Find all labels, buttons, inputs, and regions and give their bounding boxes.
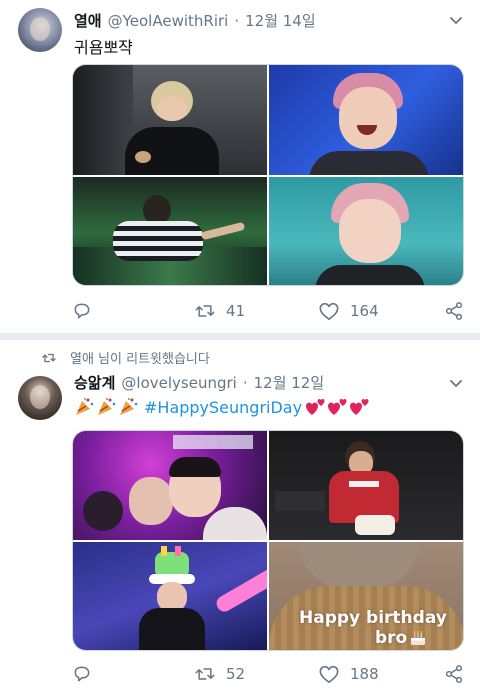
separator-dot: · <box>234 12 240 30</box>
like-count: 164 <box>350 302 379 320</box>
media-grid[interactable]: Happy birthday bro <box>72 430 464 651</box>
reply-button[interactable] <box>72 664 102 684</box>
share-button[interactable] <box>444 301 474 321</box>
retweet-notice[interactable]: 열애 님이 리트윗했습니다 <box>40 348 210 367</box>
party-popper-icon <box>76 397 138 415</box>
media-photo[interactable] <box>73 177 267 285</box>
birthday-cake-icon <box>411 631 426 645</box>
tweet-date[interactable]: 12월 14일 <box>245 10 316 31</box>
tweet-date[interactable]: 12월 12일 <box>254 372 325 393</box>
user-handle[interactable]: @YeolAewithRiri <box>108 12 229 30</box>
tweet-separator <box>0 333 480 340</box>
reply-icon <box>74 666 90 682</box>
avatar[interactable] <box>18 376 62 420</box>
tweet-header: 열애 @YeolAewithRiri · 12월 14일 <box>74 10 316 31</box>
reply-button[interactable] <box>72 301 102 321</box>
hashtag-link[interactable]: #HappySeungriDay <box>144 398 302 417</box>
retweet-icon <box>42 353 56 362</box>
user-handle[interactable]: @lovelyseungri <box>121 374 236 392</box>
display-name[interactable]: 승앎계 <box>74 372 115 393</box>
media-photo[interactable] <box>73 431 267 540</box>
tweet[interactable]: 열애 님이 리트윗했습니다 승앎계 @lovelyseungri · 12월 1… <box>0 340 480 698</box>
retweet-button[interactable]: 41 <box>194 301 245 321</box>
two-hearts-icon <box>306 399 369 415</box>
retweet-button[interactable]: 52 <box>194 664 245 684</box>
retweet-icon <box>195 668 215 680</box>
image-caption: bro <box>375 628 427 648</box>
chevron-down-icon[interactable] <box>448 375 464 391</box>
tweet-text: 귀욤뽀쟉 <box>74 38 133 57</box>
tweet[interactable]: 열애 @YeolAewithRiri · 12월 14일 귀욤뽀쟉 41 164 <box>0 0 480 333</box>
media-photo[interactable] <box>73 542 267 650</box>
reply-icon <box>74 303 90 319</box>
tweet-actions: 52 188 <box>72 664 464 688</box>
chevron-down-icon[interactable] <box>448 12 464 28</box>
media-photo[interactable]: Happy birthday bro <box>269 542 463 650</box>
tweet-actions: 41 164 <box>72 301 464 325</box>
display-name[interactable]: 열애 <box>74 10 102 31</box>
retweet-icon <box>195 305 215 317</box>
avatar[interactable] <box>18 8 62 52</box>
retweet-count: 52 <box>226 665 246 683</box>
like-button[interactable]: 164 <box>318 301 379 321</box>
separator-dot: · <box>242 374 248 392</box>
retweet-count: 41 <box>226 302 246 320</box>
media-photo[interactable] <box>269 177 463 285</box>
media-photo[interactable] <box>269 65 463 175</box>
tweet-header: 승앎계 @lovelyseungri · 12월 12일 <box>74 372 324 393</box>
media-photo[interactable] <box>269 431 463 540</box>
share-icon <box>445 665 463 683</box>
image-caption: Happy birthday <box>299 608 447 628</box>
tweet-text: #HappySeungriDay <box>74 397 372 417</box>
retweet-notice-text: 열애 님이 리트윗했습니다 <box>70 352 210 367</box>
like-count: 188 <box>350 665 379 683</box>
media-grid[interactable] <box>72 64 464 286</box>
heart-icon <box>319 665 339 683</box>
heart-icon <box>319 302 339 320</box>
share-button[interactable] <box>444 664 474 684</box>
like-button[interactable]: 188 <box>318 664 379 684</box>
media-photo[interactable] <box>73 65 267 175</box>
share-icon <box>445 302 463 320</box>
